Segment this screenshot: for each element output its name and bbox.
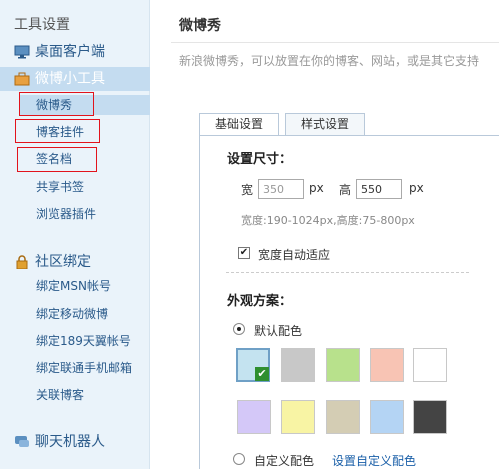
sidebar-group-desktop-client[interactable]: 桌面客户端 <box>0 40 150 64</box>
color-swatch[interactable] <box>370 400 404 434</box>
color-swatch[interactable]: ✔ <box>236 348 270 382</box>
sidebar-title: 工具设置 <box>14 17 70 33</box>
color-swatch[interactable] <box>326 348 360 382</box>
sidebar: 工具设置 桌面客户端 微博小工具 微博秀 博客挂件 签名档 共享书签 浏览器插件… <box>0 0 150 469</box>
sidebar-group-chatbot[interactable]: 聊天机器人 <box>0 430 150 454</box>
color-swatch[interactable] <box>370 348 404 382</box>
section-divider <box>226 272 469 273</box>
color-swatch[interactable] <box>326 400 360 434</box>
size-hint: 宽度:190-1024px,高度:75-800px <box>241 214 415 227</box>
sidebar-item-bind-unicom-mail[interactable]: 绑定联通手机邮箱 <box>36 358 132 378</box>
sidebar-item-bind-mobile-weibo[interactable]: 绑定移动微博 <box>36 304 108 324</box>
lock-icon <box>16 255 28 269</box>
sidebar-item-shared-bookmark[interactable]: 共享书签 <box>36 177 84 197</box>
title-divider <box>171 42 499 43</box>
auto-width-checkbox[interactable]: ✔ <box>238 247 250 259</box>
size-section-title: 设置尺寸： <box>227 152 293 167</box>
default-color-radio[interactable] <box>233 323 245 335</box>
sidebar-group-label: 微博小工具 <box>35 71 105 87</box>
monitor-icon <box>14 45 30 59</box>
width-input[interactable] <box>258 179 304 199</box>
color-swatch[interactable] <box>413 400 447 434</box>
tab-basic-settings[interactable]: 基础设置 <box>199 113 279 136</box>
height-input[interactable] <box>356 179 402 199</box>
sidebar-group-label: 桌面客户端 <box>35 44 105 60</box>
default-color-label: 默认配色 <box>254 324 303 338</box>
color-swatch[interactable] <box>413 348 447 382</box>
highlight-box <box>19 92 94 116</box>
sidebar-group-weibo-tools[interactable]: 微博小工具 <box>0 67 150 91</box>
appearance-section-title: 外观方案： <box>227 294 293 309</box>
height-label: 高 <box>339 183 352 197</box>
chat-icon <box>15 436 29 447</box>
color-swatch[interactable] <box>237 400 271 434</box>
tab-style-settings[interactable]: 样式设置 <box>285 113 365 136</box>
custom-color-label: 自定义配色 <box>254 454 315 468</box>
custom-color-link[interactable]: 设置自定义配色 <box>332 452 416 469</box>
auto-width-label: 宽度自动适应 <box>258 248 331 262</box>
sidebar-item-link-blog[interactable]: 关联博客 <box>36 385 84 405</box>
sidebar-group-community-binding[interactable]: 社区绑定 <box>0 250 150 274</box>
page-title: 微博秀 <box>179 18 221 34</box>
highlight-box <box>15 119 100 143</box>
custom-color-radio[interactable] <box>233 453 245 465</box>
main-content: 微博秀 新浪微博秀，可以放置在你的博客、网站，或是其它支持 基础设置 样式设置 … <box>151 0 499 469</box>
sidebar-item-bind-189[interactable]: 绑定189天翼帐号 <box>36 331 131 351</box>
page-description: 新浪微博秀，可以放置在你的博客、网站，或是其它支持 <box>179 54 480 68</box>
highlight-box <box>17 147 97 172</box>
sidebar-item-browser-plugin[interactable]: 浏览器插件 <box>36 204 96 224</box>
check-icon: ✔ <box>255 367 269 381</box>
color-swatch[interactable] <box>281 400 315 434</box>
sidebar-group-label: 聊天机器人 <box>35 434 105 450</box>
width-label: 宽 <box>241 183 254 197</box>
sidebar-item-bind-msn[interactable]: 绑定MSN帐号 <box>36 276 111 296</box>
color-swatch[interactable] <box>281 348 315 382</box>
sidebar-group-label: 社区绑定 <box>35 254 91 270</box>
toolbox-icon <box>14 72 30 86</box>
width-unit: px <box>309 181 324 195</box>
height-unit: px <box>409 181 424 195</box>
